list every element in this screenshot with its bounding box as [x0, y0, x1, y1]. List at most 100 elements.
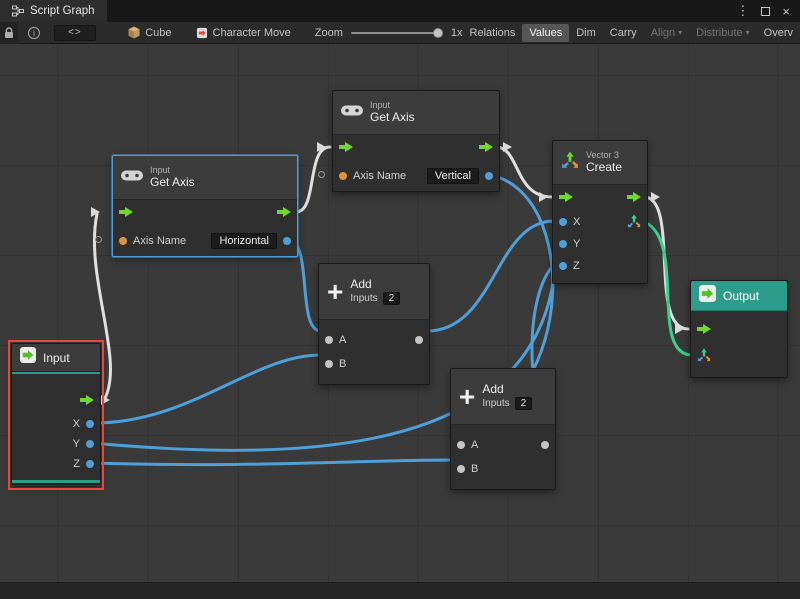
flow-arrowhead [91, 207, 100, 217]
axis-name-field[interactable]: Horizontal [211, 233, 277, 249]
close-icon[interactable]: × [782, 4, 790, 19]
input-a-port[interactable] [325, 336, 333, 344]
port-row-y: Y [12, 434, 100, 454]
zoom-control: Zoom 1x [315, 27, 463, 39]
cube-icon [128, 26, 140, 39]
flow-out-port[interactable] [277, 207, 291, 220]
carry-button[interactable]: Carry [603, 24, 644, 42]
tab-title: Script Graph [30, 5, 95, 17]
flow-in-port[interactable] [559, 192, 573, 205]
param-row: Axis Name Horizontal [113, 226, 297, 256]
node-get-axis-horizontal[interactable]: Input Get Axis Axis Name Horizontal [112, 155, 298, 257]
inputs-label: Inputs [350, 293, 377, 305]
port-row-z: Z [12, 454, 100, 474]
zoom-value: 1x [451, 27, 463, 39]
dim-button[interactable]: Dim [569, 24, 603, 42]
maximize-icon[interactable] [761, 7, 770, 16]
node-header[interactable]: Input [12, 344, 100, 372]
node-add-1[interactable]: + Add Inputs 2 A B [318, 263, 430, 385]
empty-port-circle[interactable] [318, 171, 325, 178]
node-header[interactable]: + Add Inputs 2 [319, 264, 429, 320]
plus-icon: + [327, 278, 343, 306]
code-view-button[interactable]: <> [54, 25, 97, 41]
flow-arrowhead [101, 395, 110, 405]
node-add-2[interactable]: + Add Inputs 2 A B [450, 368, 556, 490]
flow-arrowhead [651, 192, 660, 202]
axis-name-port[interactable] [339, 172, 347, 180]
node-title: Create [586, 161, 622, 175]
flow-in-port[interactable] [119, 207, 133, 220]
value-out-port[interactable] [283, 237, 291, 245]
zoom-slider[interactable] [351, 32, 443, 34]
lock-button[interactable] [0, 22, 18, 44]
align-dropdown[interactable]: Align ▾ [644, 24, 689, 42]
node-title: Add [350, 278, 400, 292]
relations-button[interactable]: Relations [463, 24, 523, 42]
flow-out-port[interactable] [627, 192, 641, 205]
vector3-result-port[interactable] [627, 214, 641, 231]
input-b-port[interactable] [325, 360, 333, 368]
y-in-port[interactable] [559, 240, 567, 248]
gamepad-icon [121, 169, 143, 187]
flow-port-row [553, 185, 647, 211]
port-row-b: B [319, 352, 429, 376]
port-label: Y [573, 238, 580, 250]
flow-in-port[interactable] [697, 324, 711, 337]
menu-icon[interactable]: ⋮ [736, 3, 749, 19]
chevron-down-icon: ▾ [678, 28, 682, 37]
result-port[interactable] [415, 336, 423, 344]
tab-script-graph[interactable]: Script Graph [0, 0, 107, 22]
node-input-event[interactable]: Input X Y Z [11, 343, 101, 484]
plus-icon: + [459, 383, 475, 411]
axis-name-port[interactable] [119, 237, 127, 245]
node-output-event[interactable]: Output [690, 280, 788, 378]
input-a-port[interactable] [457, 441, 465, 449]
axis-name-field[interactable]: Vertical [427, 168, 479, 184]
port-row-x: X [553, 211, 647, 233]
node-get-axis-vertical[interactable]: Input Get Axis Axis Name Vertical [332, 90, 500, 192]
node-header[interactable]: Vector 3 Create [553, 141, 647, 185]
character-move-button[interactable]: Character Move [190, 27, 297, 39]
input-event-icon [20, 347, 36, 368]
port-label: Y [73, 438, 80, 450]
port-label: Z [73, 458, 80, 470]
node-title: Add [482, 383, 532, 397]
flow-arrowhead [675, 324, 684, 334]
toolbar-toggle-group: Relations Values Dim Carry Align ▾ Distr… [463, 22, 800, 43]
event-accent-line [12, 480, 100, 483]
flow-arrowhead [539, 192, 548, 202]
inputs-count-field[interactable]: 2 [383, 292, 401, 306]
z-out-port[interactable] [86, 460, 94, 468]
node-header[interactable]: + Add Inputs 2 [451, 369, 555, 425]
empty-port-circle[interactable] [95, 236, 102, 243]
event-accent-line [12, 372, 100, 374]
flow-in-port[interactable] [339, 142, 353, 155]
input-b-port[interactable] [457, 465, 465, 473]
flow-out-port[interactable] [80, 395, 94, 408]
overview-button[interactable]: Overv [757, 24, 800, 42]
x-in-port[interactable] [559, 218, 567, 226]
wire-flow-horizontal-to-vertical [296, 147, 330, 212]
z-in-port[interactable] [559, 262, 567, 270]
cube-object-button[interactable]: Cube [122, 26, 177, 39]
flow-out-port[interactable] [479, 142, 493, 155]
value-out-port[interactable] [485, 172, 493, 180]
vector3-in-port[interactable] [697, 348, 711, 365]
window-tab-bar: Script Graph ⋮ × [0, 0, 800, 22]
info-icon[interactable]: i [28, 27, 39, 39]
x-out-port[interactable] [86, 420, 94, 428]
vector-in-row [691, 343, 787, 369]
zoom-slider-handle[interactable] [433, 28, 443, 38]
node-header[interactable]: Input Get Axis [113, 156, 297, 200]
port-label: B [339, 358, 346, 370]
distribute-dropdown[interactable]: Distribute ▾ [689, 24, 756, 42]
node-vector3-create[interactable]: Vector 3 Create X Y [552, 140, 648, 284]
inputs-count-field[interactable]: 2 [515, 397, 533, 411]
node-header[interactable]: Input Get Axis [333, 91, 499, 135]
y-out-port[interactable] [86, 440, 94, 448]
values-button[interactable]: Values [522, 24, 569, 42]
chevron-down-icon: ▾ [746, 28, 750, 37]
node-header[interactable]: Output [691, 281, 787, 311]
result-port[interactable] [541, 441, 549, 449]
graph-canvas[interactable]: Input Get Axis Axis Name Vertical Input … [0, 44, 800, 582]
